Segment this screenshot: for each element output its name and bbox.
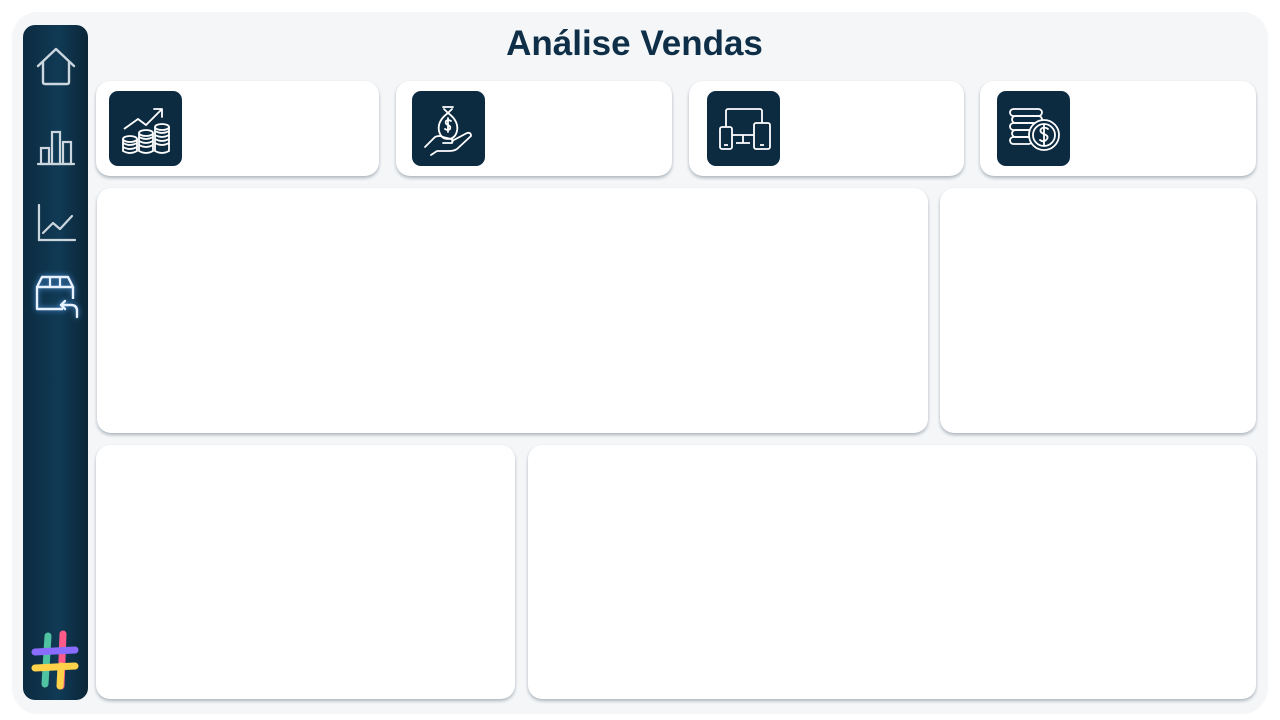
home-icon bbox=[36, 47, 75, 86]
page-title: Análise Vendas bbox=[506, 24, 763, 63]
money-bag-hand-icon bbox=[412, 91, 485, 166]
sidebar bbox=[23, 25, 88, 700]
kpi-card-growth bbox=[96, 81, 379, 176]
line-chart-icon bbox=[37, 203, 76, 242]
nav-line-chart-button[interactable] bbox=[29, 197, 82, 249]
hashtag-logo-icon bbox=[31, 630, 79, 690]
bar-chart-icon bbox=[36, 130, 75, 166]
growth-coins-icon bbox=[109, 91, 182, 166]
kpi-card-profit bbox=[980, 81, 1256, 176]
chart-panel-side[interactable] bbox=[940, 188, 1256, 433]
kpi-card-revenue bbox=[396, 81, 672, 176]
nav-home-button[interactable] bbox=[29, 40, 82, 92]
coin-stack-icon bbox=[997, 91, 1070, 166]
nav-bar-chart-button[interactable] bbox=[29, 120, 82, 172]
chart-panel-bottom-right[interactable] bbox=[528, 445, 1256, 699]
chart-panel-bottom-left[interactable] bbox=[96, 445, 515, 699]
chart-panel-main[interactable] bbox=[97, 188, 928, 433]
devices-icon bbox=[707, 91, 780, 166]
box-return-icon bbox=[35, 275, 78, 319]
kpi-card-channels bbox=[689, 81, 964, 176]
nav-returns-button[interactable] bbox=[29, 270, 82, 322]
